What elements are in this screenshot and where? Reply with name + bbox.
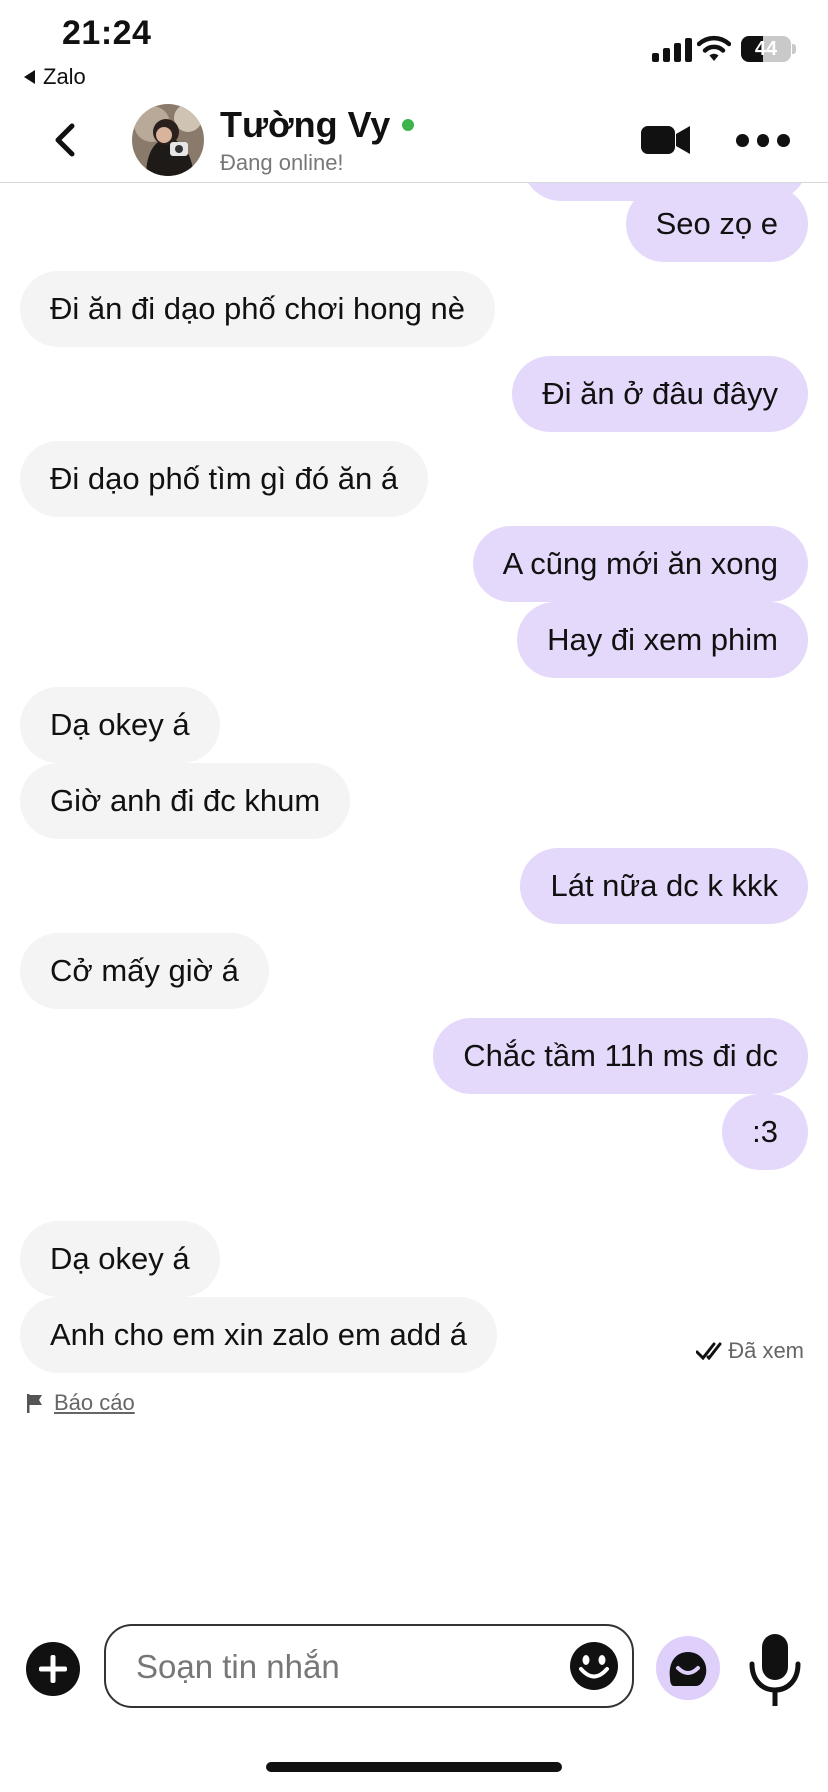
message-bubble-outgoing[interactable]: :3 <box>722 1094 808 1170</box>
message-bubble-incoming[interactable]: Dạ okey á <box>20 687 220 763</box>
message-bubble-outgoing[interactable]: Seo zọ e <box>625 186 808 262</box>
battery-percentage: 44 <box>754 38 778 60</box>
message-bubble-outgoing[interactable]: Chắc tầm 11h ms đi dc <box>433 1018 808 1094</box>
plus-icon <box>39 1655 67 1683</box>
back-to-app-link[interactable]: Zalo <box>24 64 86 90</box>
message-bubble-incoming[interactable]: Đi dạo phố tìm gì đó ăn á <box>20 441 429 517</box>
message-bubble-outgoing[interactable]: Đi ăn ở đâu đâyy <box>512 356 808 432</box>
home-indicator <box>266 1762 562 1772</box>
wifi-icon <box>697 35 731 61</box>
more-options-icon[interactable] <box>736 130 791 150</box>
chat-header: Tường Vy Đang online! <box>0 100 828 183</box>
emoji-icon[interactable] <box>568 1640 620 1692</box>
flag-icon <box>27 1394 42 1413</box>
contact-name[interactable]: Tường Vy <box>220 104 415 146</box>
message-bubble-incoming[interactable]: Cở mấy giờ á <box>20 933 269 1009</box>
double-check-icon <box>696 1342 722 1361</box>
back-app-label: Zalo <box>43 64 86 89</box>
message-bubble-outgoing[interactable]: Hay đi xem phim <box>517 602 808 678</box>
message-composer: Soạn tin nhắn <box>0 1620 828 1720</box>
message-input[interactable]: Soạn tin nhắn <box>104 1624 634 1708</box>
battery-icon: 44 <box>741 36 791 62</box>
video-call-icon[interactable] <box>640 122 692 158</box>
status-time: 21:24 <box>62 14 152 52</box>
message-bubble-outgoing[interactable]: A cũng mới ăn xong <box>472 526 808 602</box>
message-input-placeholder: Soạn tin nhắn <box>136 1648 340 1685</box>
report-label: Báo cáo <box>54 1390 135 1415</box>
online-indicator <box>402 119 415 131</box>
cellular-signal-icon <box>652 38 692 62</box>
seen-label: Đã xem <box>728 1338 804 1363</box>
report-link[interactable]: Báo cáo <box>24 1390 135 1416</box>
message-bubble-incoming[interactable]: Đi ăn đi dạo phố chơi hong nè <box>20 271 496 347</box>
back-arrow-icon[interactable] <box>46 120 86 160</box>
message-bubble-outgoing[interactable]: Lát nữa dc k kkk <box>520 848 808 924</box>
status-bar: 21:24 Zalo 44 <box>0 0 828 100</box>
contact-status: Đang online! <box>220 150 344 175</box>
back-triangle-icon <box>24 70 35 84</box>
avatar[interactable] <box>132 104 204 176</box>
message-bubble-incoming[interactable]: Dạ okey á <box>20 1221 220 1297</box>
sticker-icon <box>669 1652 707 1686</box>
sticker-button[interactable] <box>656 1636 720 1700</box>
contact-name-text: Tường Vy <box>220 104 391 145</box>
battery-tip <box>792 44 796 54</box>
seen-indicator: Đã xem <box>696 1338 804 1364</box>
message-bubble-incoming[interactable]: Giờ anh đi đc khum <box>20 763 351 839</box>
message-bubble-incoming[interactable]: Anh cho em xin zalo em add á <box>20 1297 498 1373</box>
add-attachment-button[interactable] <box>26 1642 80 1696</box>
microphone-icon[interactable] <box>746 1630 804 1710</box>
